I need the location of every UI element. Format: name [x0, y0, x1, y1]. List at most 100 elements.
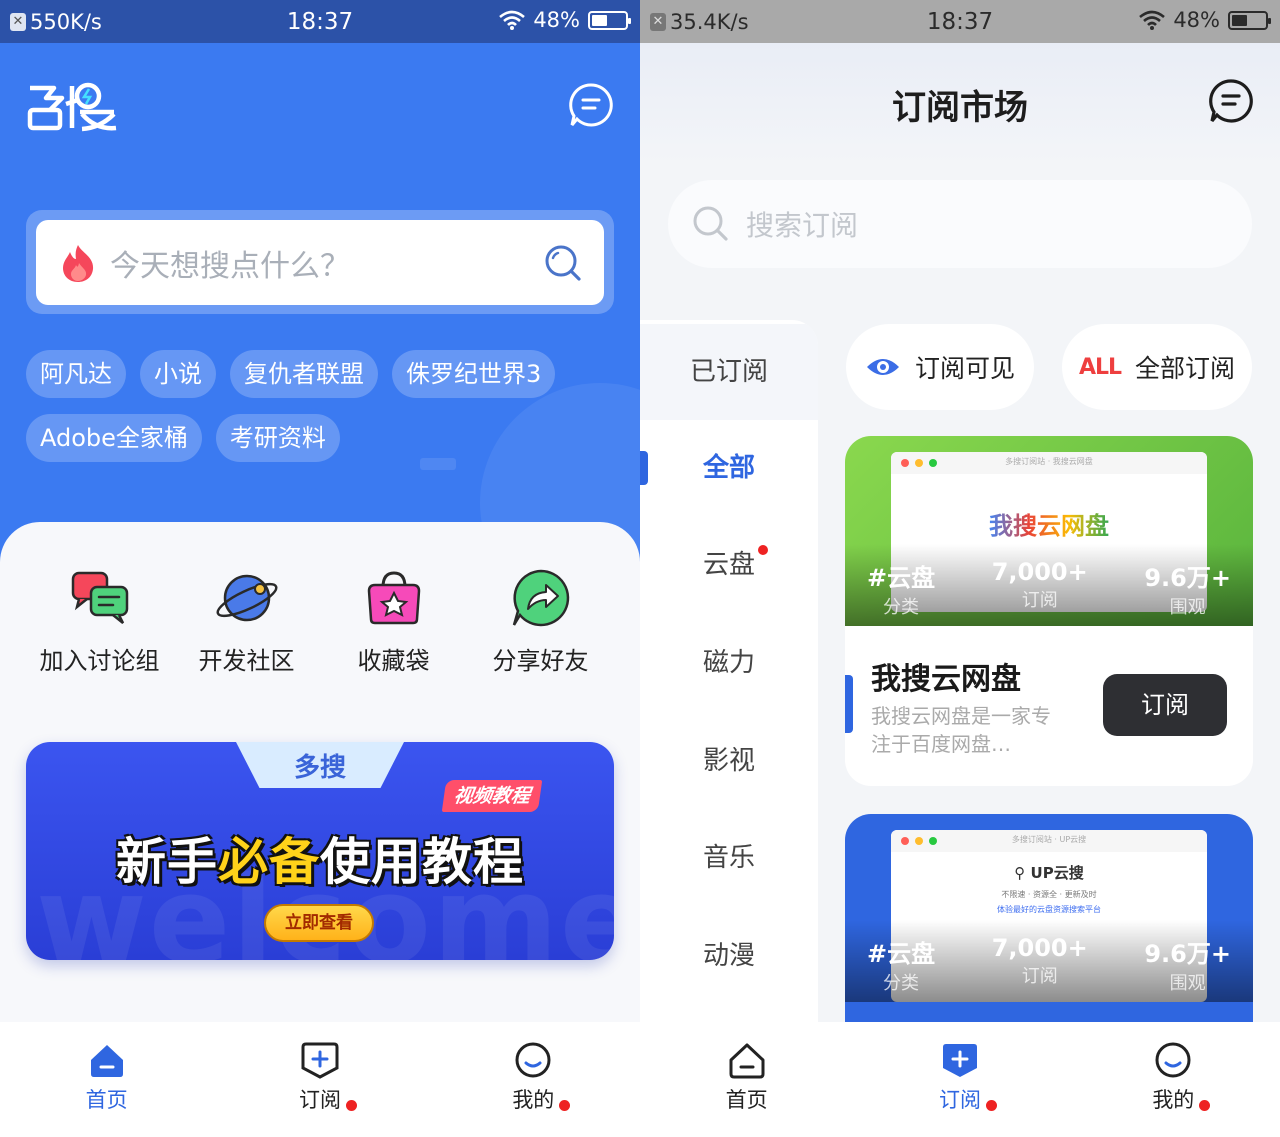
- home-screen: ✕ 550K/s 18:37 48% 今天想搜点什么？ 阿凡达 小说 复仇者联盟…: [0, 0, 640, 1137]
- hot-tag[interactable]: 复仇者联盟: [230, 350, 378, 398]
- card-accent-bar: [845, 675, 853, 733]
- status-bar: ✕ 35.4K/s 18:37 48%: [640, 0, 1280, 43]
- nav-label: 订阅: [298, 1088, 341, 1112]
- notification-dot: [559, 1100, 571, 1111]
- category-magnet[interactable]: 磁力: [640, 615, 818, 711]
- banner-headline: 新手必备使用教程: [26, 822, 614, 894]
- stat-value: #云盘: [867, 564, 936, 592]
- stat-value: 9.6万+: [1144, 564, 1231, 592]
- subscription-search-input[interactable]: 搜索订阅: [668, 180, 1252, 268]
- category-subscribed[interactable]: 已订阅: [640, 324, 818, 420]
- stat-label: 订阅: [1021, 966, 1058, 987]
- subscribe-icon: [942, 1044, 977, 1077]
- category-cloud[interactable]: 云盘: [640, 517, 818, 613]
- hot-tag[interactable]: 侏罗纪世界3: [392, 350, 556, 398]
- status-icons: 48%: [1139, 8, 1271, 32]
- quick-action-label: 分享好友: [492, 647, 589, 675]
- all-tag: ALL: [1078, 354, 1122, 380]
- subscribe-icon: [301, 1042, 339, 1079]
- battery-icon: [588, 10, 631, 30]
- nav-subscribe[interactable]: 订阅: [255, 1040, 385, 1114]
- chat-bubbles-icon: [71, 571, 128, 624]
- category-music[interactable]: 音乐: [640, 810, 818, 906]
- headline-highlight: 必备: [218, 833, 320, 891]
- notification-dot: [1199, 1100, 1211, 1111]
- quick-action-dev-community[interactable]: 开发社区: [177, 567, 317, 676]
- view-now-button[interactable]: 立即查看: [264, 904, 374, 942]
- tutorial-banner[interactable]: welcome 多搜 视频教程 新手必备使用教程 立即查看: [26, 742, 614, 960]
- page-title: 订阅市场: [892, 88, 1028, 128]
- planet-icon: [215, 574, 278, 622]
- eye-icon: [866, 359, 899, 375]
- category-all[interactable]: 全部: [640, 420, 818, 516]
- hot-tag[interactable]: Adobe全家桶: [26, 414, 202, 462]
- stat-views: 9.6万+ 围观: [1144, 544, 1231, 626]
- banner-logo-tab: 多搜: [236, 742, 404, 788]
- quick-actions: 加入讨论组 开发社区 收藏袋 分享好友: [0, 567, 640, 676]
- stat-label: 订阅: [1021, 590, 1058, 611]
- hot-tag[interactable]: 小说: [140, 350, 216, 398]
- profile-face-icon: [515, 1042, 551, 1078]
- nav-home[interactable]: 首页: [682, 1040, 812, 1114]
- stat-value: 9.6万+: [1144, 940, 1231, 968]
- fire-icon: [63, 244, 94, 282]
- category-video[interactable]: 影视: [640, 713, 818, 809]
- stat-label: 分类: [883, 597, 920, 618]
- search-icon[interactable]: [544, 244, 582, 282]
- card-name: 我搜云网盘: [871, 662, 1021, 697]
- profile-face-icon: [1155, 1042, 1191, 1078]
- subscription-market-screen: ✕ 35.4K/s 18:37 48% 订阅市场 搜索订阅 已订阅 全部 云盘 …: [640, 0, 1280, 1137]
- wifi-icon: [499, 10, 526, 30]
- battery-percent: 48%: [533, 8, 580, 32]
- stat-value: #云盘: [867, 940, 936, 968]
- nav-home[interactable]: 首页: [42, 1040, 172, 1114]
- message-button[interactable]: [568, 82, 614, 128]
- subscription-card[interactable]: 多搜订阅站 · UP云搜 ⚲ UP云搜 不限速 · 资源全 · 更新及时 体验最…: [845, 814, 1253, 1024]
- nav-label: 我的: [1152, 1088, 1195, 1112]
- quick-action-favorites[interactable]: 收藏袋: [324, 567, 464, 676]
- subscribe-button[interactable]: 订阅: [1103, 674, 1227, 736]
- message-button[interactable]: [1208, 78, 1254, 124]
- preview-heading-text: UP云搜: [1030, 864, 1084, 882]
- quick-action-discussion[interactable]: 加入讨论组: [30, 567, 170, 676]
- bottom-nav: 首页 订阅 我的: [640, 1022, 1280, 1137]
- category-anime[interactable]: 动漫: [640, 908, 818, 1004]
- filter-label: 订阅可见: [914, 354, 1015, 383]
- home-search-input[interactable]: 今天想搜点什么？: [36, 220, 604, 305]
- quick-action-share[interactable]: 分享好友: [471, 567, 611, 676]
- battery-fill: [1232, 14, 1248, 26]
- stat-label: 分类: [883, 973, 920, 994]
- filter-all[interactable]: ALL 全部订阅: [1062, 324, 1252, 410]
- filter-label: 全部订阅: [1135, 354, 1236, 383]
- filter-visible[interactable]: 订阅可见: [846, 324, 1034, 410]
- hot-tag[interactable]: 阿凡达: [26, 350, 126, 398]
- app-logo: [24, 80, 120, 136]
- preview-title: 多搜订阅站 · 我搜云网盘: [1005, 457, 1093, 466]
- stat-value: 7,000+: [991, 558, 1088, 586]
- duosou-logo-icon: [27, 82, 117, 132]
- battery-fill: [592, 14, 608, 26]
- stat-label: 围观: [1169, 597, 1206, 618]
- nav-mine[interactable]: 我的: [468, 1040, 598, 1114]
- preview-heading: 我搜云网盘: [989, 512, 1109, 540]
- nav-label: 我的: [512, 1088, 555, 1112]
- quick-action-label: 加入讨论组: [39, 647, 160, 675]
- stat-category: #云盘分类: [867, 920, 935, 1002]
- stat-category: #云盘分类: [867, 544, 935, 626]
- subscription-card[interactable]: 多搜订阅站 · 我搜云网盘 我搜云网盘 #云盘分类 7,000+ 订阅 9.6万+…: [845, 436, 1253, 786]
- notification-dot: [345, 1100, 357, 1111]
- share-arrow-icon: [512, 569, 569, 627]
- stat-value: 7,000+: [991, 934, 1088, 962]
- banner-logo: 多搜: [293, 752, 346, 783]
- nav-subscribe[interactable]: 订阅: [895, 1040, 1025, 1114]
- nav-mine[interactable]: 我的: [1108, 1040, 1238, 1114]
- hot-tag[interactable]: 考研资料: [215, 414, 340, 462]
- card-stats: #云盘 分类 7,000+ 订阅 9.6万+ 围观: [845, 920, 1253, 1002]
- message-icon: [569, 83, 613, 127]
- search-icon: [693, 206, 728, 241]
- preview-subtitle: 不限速 · 资源全 · 更新及时: [1001, 890, 1097, 899]
- preview-tagline: 体验最好的云盘资源搜索平台: [997, 905, 1101, 914]
- message-icon: [1209, 79, 1253, 123]
- notification-dot: [758, 545, 768, 555]
- category-label: 云盘: [702, 550, 755, 580]
